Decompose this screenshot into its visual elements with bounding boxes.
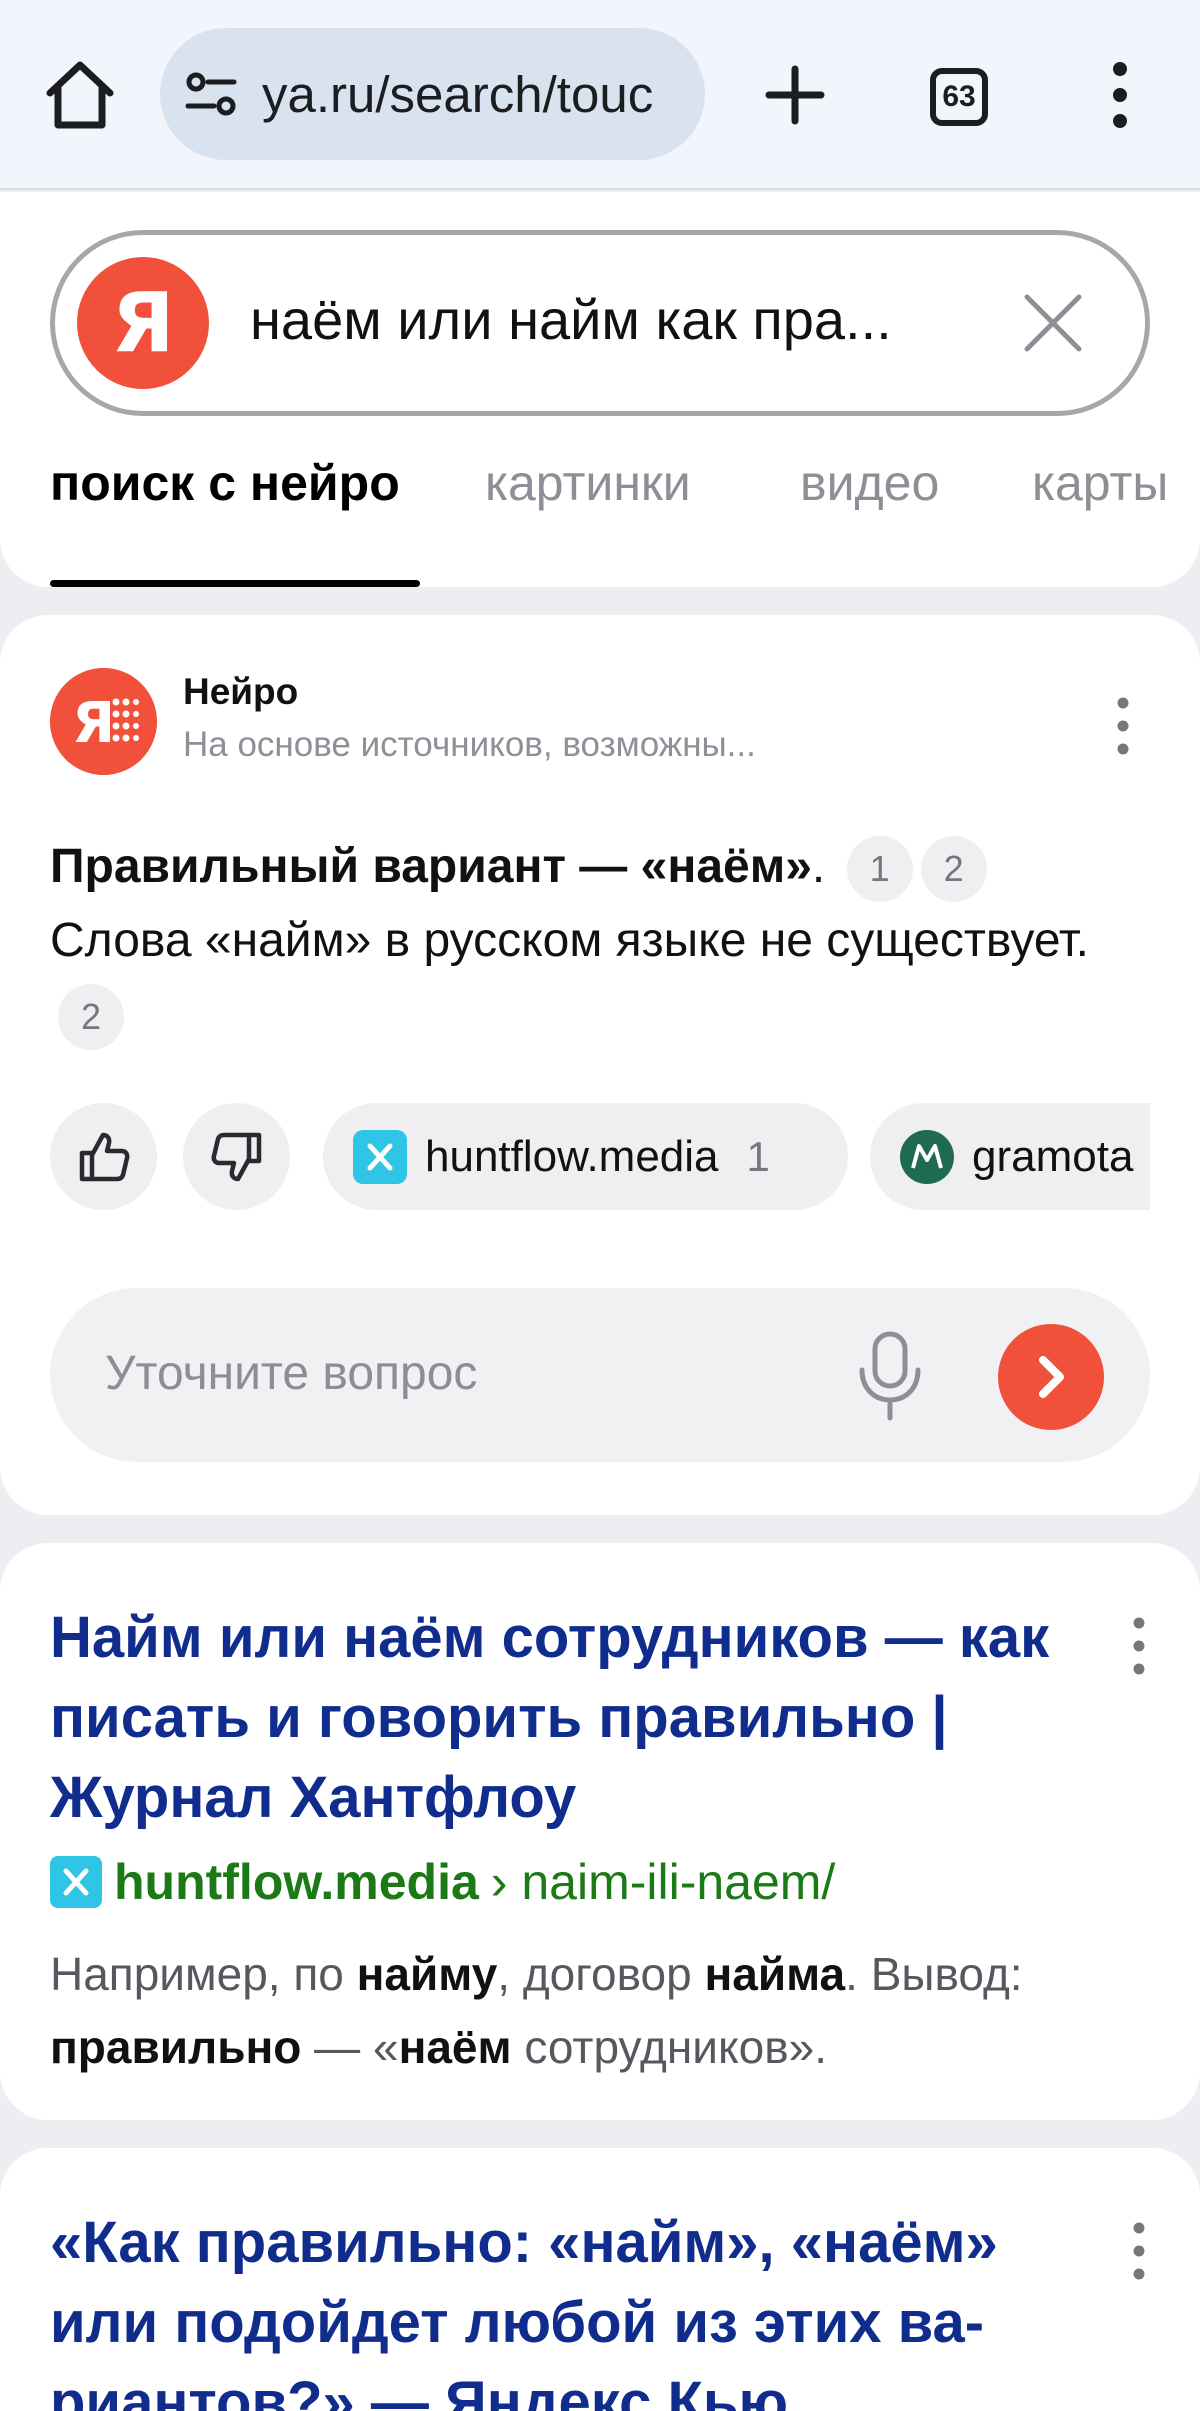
like-button[interactable]: [50, 1103, 157, 1210]
search-box[interactable]: Я наём или найм как пра...: [50, 230, 1150, 416]
source-chip-count: 1: [746, 1132, 770, 1180]
snippet-text: . Вы­вод:: [845, 1948, 1023, 2000]
svg-text:Я: Я: [72, 691, 115, 756]
thumbs-down-icon: [211, 1132, 261, 1181]
result-snippet: Например, по найму, договор найма. Вы­во…: [50, 1938, 1150, 2084]
search-result: «Как правильно: «найм», «наём» или подой…: [0, 2148, 1200, 2411]
more-vert-icon[interactable]: [1126, 1613, 1152, 1679]
snippet-text: сотрудников».: [511, 2021, 827, 2073]
home-icon[interactable]: [40, 55, 120, 135]
gramota-favicon-icon: [900, 1129, 954, 1184]
search-result: Найм или наём сотрудников — как писать и…: [0, 1543, 1200, 2120]
huntflow-favicon-icon: [50, 1856, 102, 1908]
answer-line: Слова «найм» в русском языке не существу…: [50, 914, 1089, 967]
browser-toolbar: ya.ru/search/touc 63: [0, 0, 1200, 190]
tab-count: 63: [942, 80, 976, 113]
tab-switcher-button[interactable]: 63: [930, 68, 988, 126]
neuro-logo-icon: Я: [50, 668, 157, 775]
followup-input[interactable]: Уточните вопрос: [50, 1288, 1150, 1462]
source-ref-badge[interactable]: 2: [920, 836, 987, 903]
source-chip-huntflow[interactable]: huntflow.media 1: [323, 1103, 848, 1210]
microphone-icon[interactable]: [850, 1328, 930, 1424]
search-header: Я наём или найм как пра... поиск с нейро…: [0, 192, 1200, 587]
source-ref-badge[interactable]: 2: [58, 984, 124, 1051]
snippet-text: — «: [301, 2021, 399, 2073]
tab-video[interactable]: видео: [800, 454, 939, 512]
dislike-button[interactable]: [183, 1103, 290, 1210]
neuro-answer-text: Правильный вариант — «наём». 12 Слова «н…: [50, 830, 1150, 1052]
followup-placeholder: Уточните вопрос: [105, 1347, 478, 1400]
tab-maps[interactable]: карты: [1032, 454, 1168, 512]
close-icon[interactable]: [1015, 285, 1091, 361]
tab-neuro-search[interactable]: поиск с нейро: [50, 454, 400, 512]
site-settings-icon[interactable]: [182, 64, 242, 124]
source-chip-label: gramota: [972, 1131, 1134, 1181]
active-tab-indicator: [50, 580, 420, 587]
more-vert-icon[interactable]: [1100, 55, 1140, 135]
yandex-logo[interactable]: Я: [77, 257, 209, 389]
neuro-answer-card: Я Нейро На основе источников, возможны..…: [0, 615, 1200, 1515]
search-tabs: поиск с нейро картинки видео карты: [0, 454, 1200, 574]
result-path: › naim-ili-naem/: [490, 1854, 836, 1910]
chevron-right-icon: [1039, 1356, 1064, 1398]
url-text: ya.ru/search/touc: [262, 65, 654, 123]
thumbs-up-icon: [79, 1132, 129, 1181]
source-chip-gramota[interactable]: gramota: [870, 1103, 1150, 1210]
result-title-link[interactable]: «Как правильно: «найм», «наём» или подой…: [50, 2203, 1110, 2411]
address-bar[interactable]: ya.ru/search/touc: [160, 28, 705, 160]
snippet-highlight: найму: [356, 1948, 498, 2000]
tab-images[interactable]: картинки: [485, 454, 691, 512]
search-input[interactable]: наём или найм как пра...: [250, 287, 892, 352]
more-vert-icon[interactable]: [1110, 693, 1136, 759]
feedback-row: huntflow.media 1 gramota: [50, 1103, 1150, 1213]
snippet-highlight: наём: [398, 2021, 512, 2073]
snippet-highlight: правильно: [50, 2021, 302, 2073]
new-tab-icon[interactable]: [755, 55, 835, 135]
huntflow-favicon-icon: [353, 1129, 407, 1184]
result-url[interactable]: huntflow.media › naim-ili-naem/: [50, 1853, 835, 1911]
neuro-subtitle: На основе источников, возможны...: [183, 725, 756, 764]
submit-followup-button[interactable]: [998, 1324, 1104, 1430]
snippet-text: , договор: [497, 1948, 705, 2000]
more-vert-icon[interactable]: [1126, 2218, 1152, 2284]
neuro-name: Нейро: [183, 671, 299, 712]
result-title-link[interactable]: Найм или наём сотрудников — как писать и…: [50, 1598, 1110, 1838]
snippet-text: Например, по: [50, 1948, 357, 2000]
source-chip-label: huntflow.media: [425, 1131, 719, 1181]
yandex-logo-letter: Я: [111, 275, 175, 371]
snippet-highlight: найма: [704, 1948, 846, 2000]
answer-highlight: Правильный вариант — «наём»: [50, 840, 812, 893]
answer-punct: .: [811, 840, 826, 893]
source-ref-badge[interactable]: 1: [846, 836, 913, 903]
result-domain: huntflow.media: [114, 1854, 479, 1910]
